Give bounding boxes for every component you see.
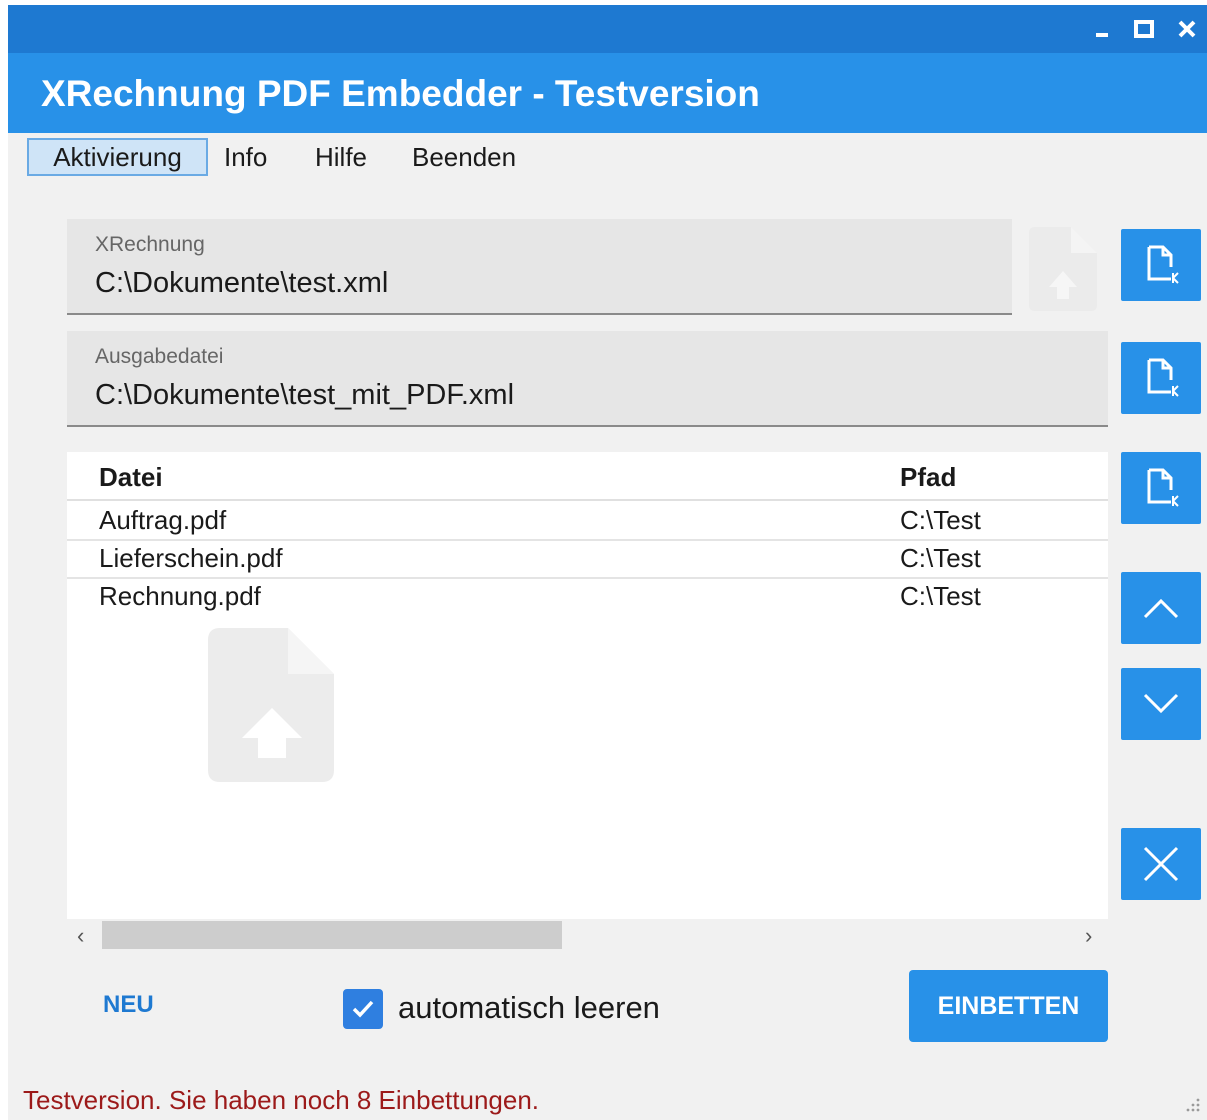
- menu-bar: Aktivierung Info Hilfe Beenden: [8, 133, 1207, 185]
- new-button[interactable]: NEU: [103, 991, 154, 1019]
- embed-button[interactable]: EINBETTEN: [909, 970, 1108, 1042]
- column-header-datei[interactable]: Datei: [99, 462, 163, 493]
- scroll-right-icon[interactable]: ›: [1085, 923, 1092, 949]
- horizontal-scrollbar[interactable]: ‹ ›: [67, 919, 1108, 949]
- menu-item-aktivierung[interactable]: Aktivierung: [27, 138, 208, 176]
- add-pdf-button[interactable]: [1121, 452, 1201, 524]
- chevron-up-icon: [1143, 598, 1179, 619]
- menu-item-info[interactable]: Info: [224, 138, 267, 176]
- cell-datei: Auftrag.pdf: [99, 505, 227, 535]
- title-bar[interactable]: [8, 5, 1207, 53]
- xrechnung-value[interactable]: C:\Dokumente\test.xml: [95, 267, 388, 300]
- app-header: XRechnung PDF Embedder - Testversion: [8, 53, 1207, 133]
- xrechnung-field[interactable]: XRechnung C:\Dokumente\test.xml: [67, 219, 1012, 315]
- auto-clear-label[interactable]: automatisch leeren: [398, 990, 660, 1026]
- open-file-icon: [1147, 468, 1179, 507]
- scrollbar-thumb[interactable]: [102, 921, 562, 949]
- move-down-button[interactable]: [1121, 668, 1201, 740]
- output-label: Ausgabedatei: [95, 345, 224, 368]
- close-icon: [1178, 20, 1196, 38]
- resize-grip-icon[interactable]: [1183, 1095, 1201, 1113]
- open-file-icon: [1147, 245, 1179, 284]
- column-header-pfad[interactable]: Pfad: [900, 462, 956, 493]
- browse-xrechnung-button[interactable]: [1121, 229, 1201, 301]
- header-divider: [67, 499, 1108, 501]
- menu-item-beenden[interactable]: Beenden: [412, 138, 516, 176]
- open-file-icon: [1147, 358, 1179, 397]
- cell-pfad: C:\Test: [900, 543, 981, 573]
- output-value[interactable]: C:\Dokumente\test_mit_PDF.xml: [95, 379, 514, 412]
- auto-clear-checkbox[interactable]: [343, 989, 383, 1029]
- file-upload-icon: [1029, 227, 1097, 311]
- menu-item-hilfe[interactable]: Hilfe: [315, 138, 367, 176]
- move-up-button[interactable]: [1121, 572, 1201, 644]
- table-row[interactable]: Auftrag.pdf C:\Test: [67, 503, 1108, 541]
- close-icon: [1143, 846, 1179, 882]
- close-window-button[interactable]: [1171, 13, 1203, 45]
- cell-datei: Lieferschein.pdf: [99, 543, 283, 573]
- minimize-icon: [1096, 33, 1108, 37]
- remove-button[interactable]: [1121, 828, 1201, 900]
- file-upload-icon: [208, 628, 334, 782]
- checkmark-icon: [352, 1000, 374, 1018]
- cell-pfad: C:\Test: [900, 581, 981, 611]
- minimize-button[interactable]: [1086, 13, 1118, 45]
- maximize-button[interactable]: [1128, 13, 1160, 45]
- cell-datei: Rechnung.pdf: [99, 581, 261, 611]
- scroll-left-icon[interactable]: ‹: [77, 923, 84, 949]
- file-table[interactable]: Datei Pfad Auftrag.pdf C:\Test Liefersch…: [67, 452, 1108, 919]
- xrechnung-label: XRechnung: [95, 233, 205, 256]
- maximize-icon: [1134, 20, 1154, 38]
- browse-output-button[interactable]: [1121, 342, 1201, 414]
- app-title: XRechnung PDF Embedder - Testversion: [41, 73, 760, 114]
- chevron-down-icon: [1143, 693, 1179, 714]
- table-row[interactable]: Lieferschein.pdf C:\Test: [67, 541, 1108, 579]
- app-window: XRechnung PDF Embedder - Testversion Akt…: [8, 5, 1207, 1120]
- status-text: Testversion. Sie haben noch 8 Einbettung…: [23, 1085, 540, 1115]
- table-row[interactable]: Rechnung.pdf C:\Test: [67, 579, 1108, 617]
- output-field[interactable]: Ausgabedatei C:\Dokumente\test_mit_PDF.x…: [67, 331, 1108, 427]
- cell-pfad: C:\Test: [900, 505, 981, 535]
